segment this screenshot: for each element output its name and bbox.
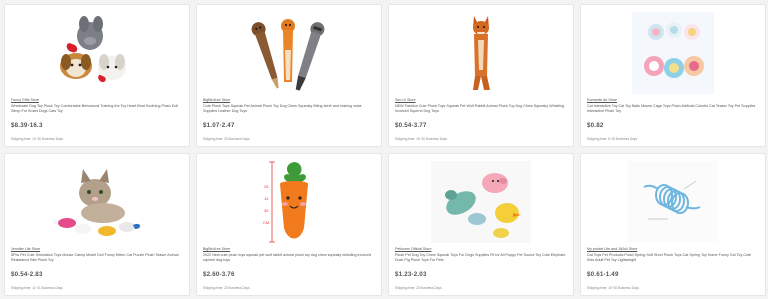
size-label: 12 (264, 196, 269, 201)
shipping-time: Shipping time: 20 Business Days (203, 137, 250, 141)
product-card[interactable]: BigBirdLee Store Cute Plush Toys Squeak … (196, 4, 382, 147)
product-title[interactable]: Wholesale Dog Toy Plush Toy Comfortable … (11, 104, 183, 114)
size-label: 25 (264, 184, 269, 189)
product-title[interactable]: Cat Toys Pet Products Plush Spring Soft … (587, 253, 759, 263)
store-link[interactable]: Seo Lil Store (395, 98, 416, 102)
product-card[interactable]: Seo Lil Store NEW Fashion Cute Plush Toy… (388, 4, 574, 147)
product-card[interactable]: Romantic Air Store Cat Interactive Toy C… (580, 4, 766, 147)
plush-animal-set-icon[interactable] (389, 158, 573, 244)
product-price: $2.60-3.76 (203, 271, 235, 278)
size-label: CM (263, 220, 269, 225)
shipping-time: Shipping time: 11~31 Business Days (11, 286, 63, 290)
product-price: $0.61-1.49 (587, 271, 619, 278)
product-card[interactable]: Jennifer Life Store 5Pcs Pet Cute Simula… (4, 153, 190, 296)
product-title[interactable]: Plush Pet Dog Toy Chew Squeak Toys For D… (395, 253, 567, 263)
carrot-plush-toy-icon[interactable]: 25 12 30 CM (197, 158, 381, 244)
stuffingless-animal-toys-icon[interactable] (197, 9, 381, 95)
shipping-time: Shipping time: 15~30 Business Days (587, 286, 640, 290)
fox-plush-toy-icon[interactable] (389, 9, 573, 95)
product-card[interactable]: Petlovers Official Store Plush Pet Dog T… (388, 153, 574, 296)
shipping-time: Shipping time: 15~30 Business Days (395, 137, 448, 141)
product-title[interactable]: Cat Interactive Toy Cat Toy Balls Mouse … (587, 104, 759, 114)
store-link[interactable]: My pocket Life and JiliJuli Store (587, 247, 637, 251)
store-link[interactable]: Romantic Air Store (587, 98, 617, 102)
product-title[interactable]: 5Pcs Pet Cute Simulation Toys Mouse Catn… (11, 253, 183, 263)
shipping-time: Shipping time: 20 Business Days (203, 286, 250, 290)
shipping-time: Shipping time: 20 Business Days (395, 286, 442, 290)
cat-ball-toys-icon[interactable] (581, 9, 765, 95)
product-title[interactable]: NEW Fashion Cute Plush Toys Squeak Pet W… (395, 104, 567, 114)
shipping-time: Shipping time: 8~30 Business Days (587, 137, 638, 141)
size-label: 30 (264, 208, 269, 213)
product-price: $0.82 (587, 122, 604, 129)
product-card[interactable]: 25 12 30 CM BigBirdLee Store 2022 New cu… (196, 153, 382, 296)
store-link[interactable]: Jennifer Life Store (11, 247, 40, 251)
store-link[interactable]: BigBirdLee Store (203, 98, 230, 102)
product-price: $1.07-2.47 (203, 122, 235, 129)
product-title[interactable]: 2022 New cute plush toys squeak pet wolf… (203, 253, 375, 263)
shipping-time: Shipping time: 10~30 Business Days (11, 137, 64, 141)
product-price: $0.54-3.77 (395, 122, 427, 129)
store-link[interactable]: Petlovers Official Store (395, 247, 432, 251)
spring-coil-toy-icon[interactable] (581, 158, 765, 244)
store-link[interactable]: BigBirdLee Store (203, 247, 230, 251)
product-card[interactable]: Funny Gifts Store Wholesale Dog Toy Plus… (4, 4, 190, 147)
product-card[interactable]: My pocket Life and JiliJuli Store Cat To… (580, 153, 766, 296)
store-link[interactable]: Funny Gifts Store (11, 98, 39, 102)
product-price: $0.54-2.83 (11, 271, 43, 278)
plush-dog-toys-icon[interactable] (5, 9, 189, 95)
product-price: $1.23-2.03 (395, 271, 427, 278)
product-title[interactable]: Cute Plush Toys Squeak Pet Animal Plush … (203, 104, 375, 114)
product-grid: Funny Gifts Store Wholesale Dog Toy Plus… (4, 4, 766, 296)
kitten-mouse-toys-icon[interactable] (5, 158, 189, 244)
product-price: $8.39-16.3 (11, 122, 43, 129)
